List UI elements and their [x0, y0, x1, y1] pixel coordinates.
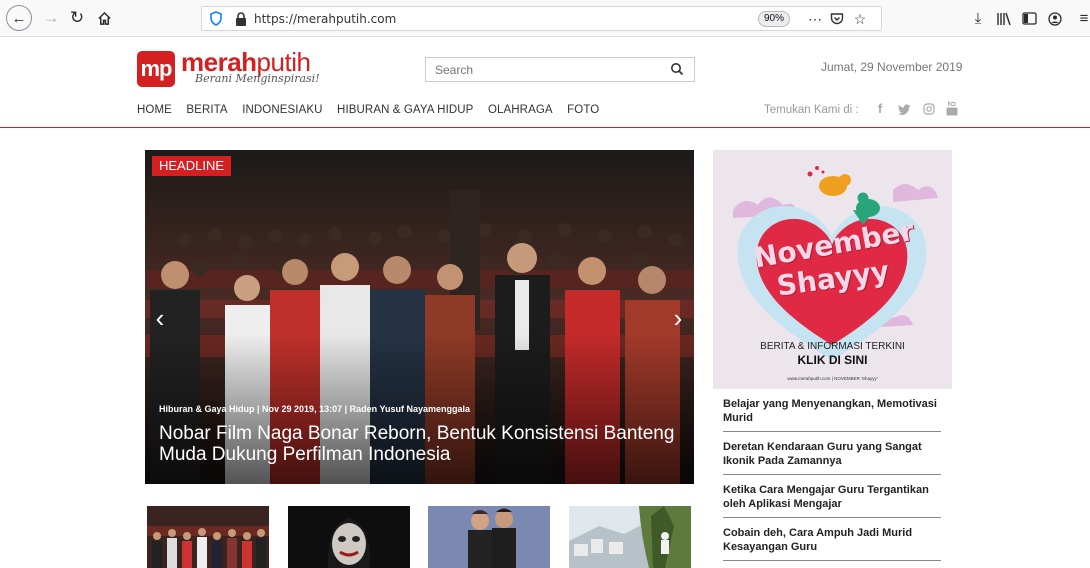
sidebar-toggle-icon[interactable] [1019, 9, 1039, 29]
pocket-icon[interactable] [828, 10, 846, 28]
search-box[interactable] [425, 57, 695, 82]
facebook-icon[interactable]: f [872, 101, 888, 117]
nav-berita[interactable]: BERITA [186, 104, 227, 116]
thumbnail-image [569, 506, 691, 568]
url-bar[interactable]: https://merahputih.com 90% ⋯ ☆ [201, 6, 882, 31]
news-thumbnail-3[interactable] [428, 506, 550, 568]
news-thumbnail-1[interactable] [147, 506, 269, 568]
nav-indonesiaku[interactable]: INDONESIAKU [242, 104, 322, 116]
home-icon[interactable] [91, 5, 117, 31]
page-actions-icon[interactable]: ⋯ [806, 10, 824, 28]
downloads-icon[interactable]: ⤓ [968, 9, 988, 29]
ad-line-cta[interactable]: KLIK DI SINI [713, 353, 952, 367]
nav-home[interactable]: HOME [137, 104, 172, 116]
menu-icon[interactable]: ≡ [1074, 9, 1090, 29]
nav-olahraga[interactable]: OLAHRAGA [488, 104, 553, 116]
instagram-icon[interactable] [921, 101, 937, 117]
header-divider [0, 127, 1090, 128]
list-item[interactable]: Belajar yang Menyenangkan, Memotivasi Mu… [723, 390, 941, 432]
ad-line-info: BERITA & INFORMASI TERKINI [760, 341, 905, 352]
youtube-icon[interactable] [944, 101, 960, 117]
november-ad-banner[interactable]: November Shayyy BERITA & INFORMASI TERKI… [713, 150, 952, 389]
headline-title[interactable]: Nobar Film Naga Bonar Reborn, Bentuk Kon… [159, 423, 679, 465]
current-date: Jumat, 29 November 2019 [821, 60, 963, 74]
thumbnail-image [428, 506, 550, 568]
list-item[interactable]: Ketika Cara Mengajar Guru Tergantikan ol… [723, 475, 941, 518]
next-slide-icon[interactable]: › [669, 305, 687, 331]
back-button[interactable]: ← [6, 5, 32, 31]
forward-button[interactable]: → [38, 5, 64, 31]
find-us-label: Temukan Kami di : [764, 104, 859, 116]
thumbnail-image [288, 506, 410, 568]
list-item[interactable]: Cobain deh, Cara Ampuh Jadi Murid Kesaya… [723, 518, 941, 561]
main-nav: HOME BERITA INDONESIAKU HIBURAN & GAYA H… [137, 104, 614, 116]
tracking-shield-icon[interactable] [210, 11, 222, 26]
twitter-icon[interactable] [896, 101, 912, 117]
thumbnail-image [147, 506, 269, 568]
prev-slide-icon[interactable]: ‹ [151, 305, 169, 331]
list-item[interactable]: Deretan Kendaraan Guru yang Sangat Ikoni… [723, 432, 941, 475]
news-thumbnail-2[interactable] [288, 506, 410, 568]
logo-mark[interactable]: mp [137, 51, 175, 87]
reload-button[interactable]: ↻ [64, 5, 90, 31]
lock-icon[interactable] [235, 12, 247, 26]
nav-foto[interactable]: FOTO [567, 104, 599, 116]
account-icon[interactable] [1045, 9, 1065, 29]
logo-tagline: Berani Menginspirasi! [195, 72, 320, 85]
search-input[interactable] [426, 58, 656, 81]
headline-slider[interactable]: HEADLINE ‹ › Hiburan & Gaya Hidup | Nov … [145, 150, 694, 484]
headline-meta: Hiburan & Gaya Hidup | Nov 29 2019, 13:0… [159, 404, 470, 414]
search-icon[interactable] [670, 62, 684, 76]
sidebar-news-list: Belajar yang Menyenangkan, Memotivasi Mu… [723, 390, 941, 561]
browser-toolbar: ← → ↻ https://merahputih.com 90% ⋯ ☆ ⤓ ≡ [0, 0, 1090, 37]
library-icon[interactable] [994, 9, 1014, 29]
ad-footer: www.merahputih.com | NOVEMBER 'Shayyy' [787, 376, 878, 381]
headline-badge: HEADLINE [152, 156, 232, 176]
nav-hiburan-gaya-hidup[interactable]: HIBURAN & GAYA HIDUP [337, 104, 473, 116]
bookmark-star-icon[interactable]: ☆ [851, 10, 869, 28]
news-thumbnail-4[interactable] [569, 506, 691, 568]
zoom-level-badge[interactable]: 90% [758, 11, 790, 27]
url-text[interactable]: https://merahputih.com [254, 12, 396, 26]
